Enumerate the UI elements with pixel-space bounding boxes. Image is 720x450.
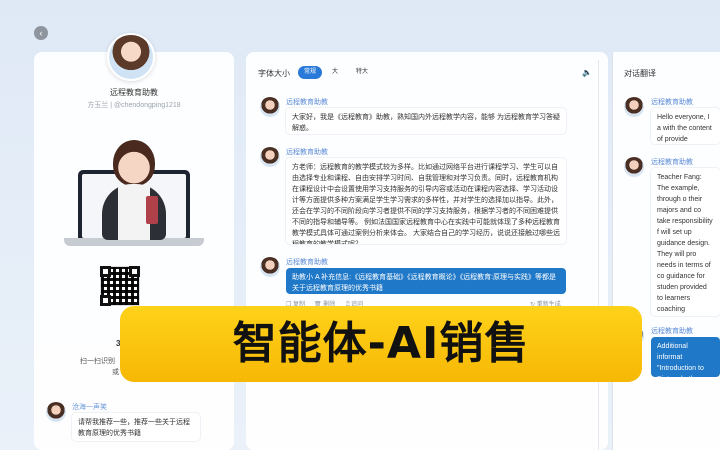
assistant-name: 远程教育助教 (110, 88, 158, 97)
qr-caption-line2: 或 (112, 369, 119, 376)
speaker-icon[interactable]: 🔈 (582, 68, 592, 77)
assistant-profile-panel (34, 52, 234, 450)
character-head (113, 140, 155, 186)
assistant-avatar-small (260, 147, 280, 167)
user-avatar (46, 402, 66, 422)
assistant-avatar-small (624, 97, 644, 117)
qr-caption-line1: 扫一扫识别 (80, 358, 115, 365)
message-sender: 远程教育助教 (286, 259, 328, 266)
assistant-avatar (107, 33, 155, 81)
promo-banner: 智能体-AI销售 (120, 306, 642, 382)
font-size-normal-button[interactable]: 常规 (298, 66, 322, 79)
qr-code (100, 266, 140, 306)
chevron-left-icon: ‹ (39, 28, 43, 38)
message-sender: 远程教育助教 (286, 149, 328, 156)
assistant-illustration (64, 130, 204, 250)
qr-corner-icon (129, 266, 140, 277)
user-name: 沧海一声笑 (72, 404, 107, 411)
user-message-bubble: 请帮我推荐一些，推荐一些关于远程教育原理的优秀书籍 (72, 413, 200, 441)
chat-message-bubble: 大家好，我是《远程教育》助教，熟知国内外远程教学内容，能够 为远程教育学习答疑解… (286, 108, 566, 134)
assistant-subtitle: 方玉兰 | @chendongping1218 (87, 102, 181, 109)
font-size-large-button[interactable]: 大 (326, 66, 344, 79)
translation-title: 对话翻译 (624, 69, 656, 78)
translation-sender: 远程教育助教 (651, 99, 693, 106)
qr-corner-icon (100, 266, 111, 277)
chat-message-bubble-highlight: 助教小 A 补充信息:《远程教育基础》《远程教育概论》《远程教育:原理与实践》等… (286, 268, 566, 294)
translation-sender: 远程教育助教 (651, 328, 693, 335)
back-button[interactable]: ‹ (34, 26, 48, 40)
assistant-avatar-small (260, 257, 280, 277)
translation-sender: 远程教育助教 (651, 159, 693, 166)
qr-corner-icon (100, 295, 111, 306)
character-book (146, 196, 158, 224)
panel-divider (598, 60, 599, 450)
translation-bubble-highlight: Additional informat "Introduction to Dis… (651, 337, 720, 377)
chat-message-bubble: 方老师：远程教育的教学模式较为多样。比如通过网络平台进行课程学习、学生可以自由选… (286, 158, 566, 244)
translation-bubble: Hello everyone, I a with the content of … (651, 108, 720, 144)
translation-bubble: Teacher Fang: The example, through o the… (651, 168, 720, 316)
message-sender: 远程教育助教 (286, 99, 328, 106)
assistant-avatar-small (624, 157, 644, 177)
font-size-xlarge-button[interactable]: 特大 (350, 66, 374, 79)
assistant-avatar-small (260, 97, 280, 117)
font-size-label: 字体大小 (258, 69, 290, 78)
